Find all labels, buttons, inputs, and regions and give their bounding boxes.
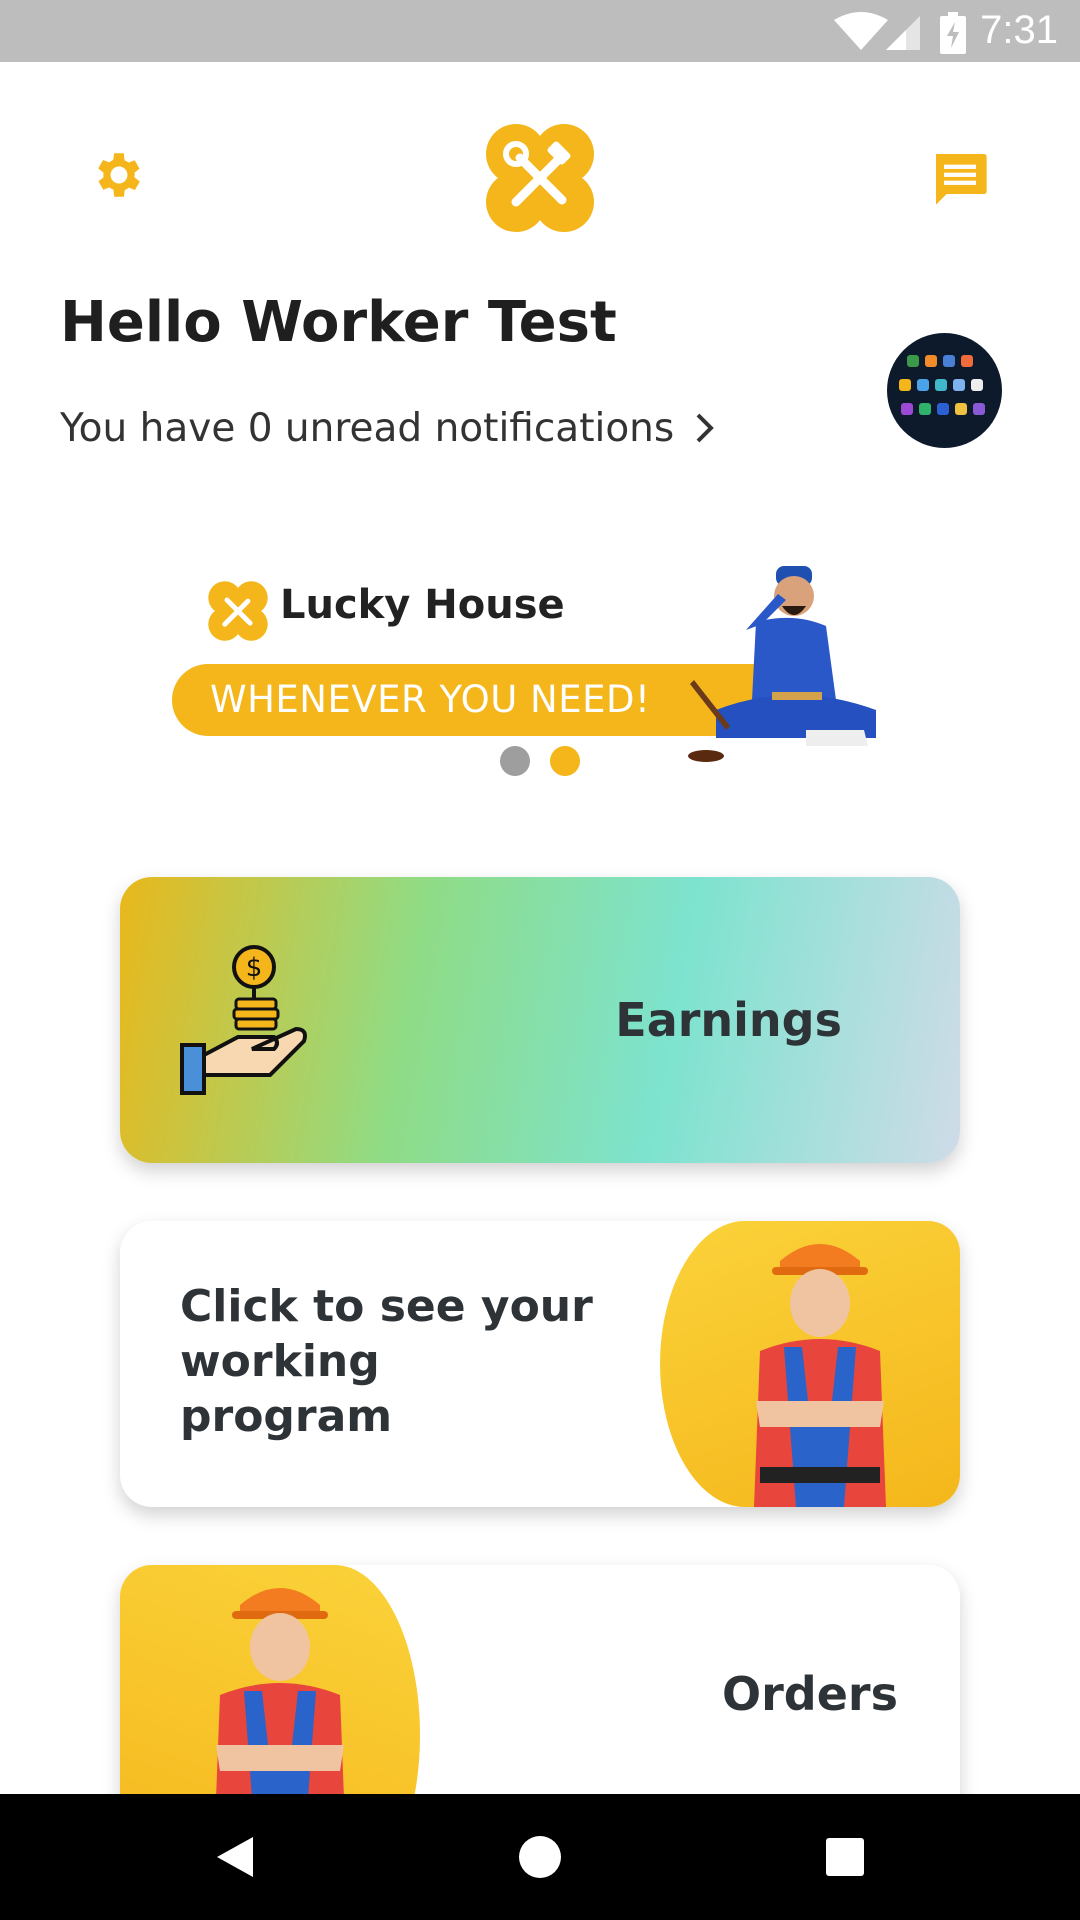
- notifications-text: You have 0 unread notifications: [60, 405, 675, 451]
- banner-pager: [500, 746, 580, 776]
- svg-text:$: $: [246, 953, 263, 983]
- earnings-card[interactable]: $ Earnings: [120, 877, 960, 1163]
- back-button[interactable]: [200, 1794, 270, 1920]
- avatar-image: [899, 355, 985, 415]
- home-button[interactable]: [505, 1794, 575, 1920]
- greeting-title: Hello Worker Test: [60, 290, 617, 355]
- settings-button[interactable]: [90, 146, 148, 204]
- app-logo-icon: [486, 124, 594, 232]
- clock: 7:31: [980, 8, 1058, 52]
- status-bar: 7:31: [0, 0, 1080, 62]
- messages-button[interactable]: [928, 146, 992, 210]
- home-icon: [519, 1836, 561, 1878]
- recents-icon: [826, 1838, 864, 1876]
- signal-icon: [886, 16, 920, 50]
- earnings-label: Earnings: [615, 993, 842, 1047]
- orders-label: Orders: [722, 1667, 898, 1721]
- back-icon: [217, 1837, 253, 1877]
- working-program-label: Click to see your working program: [180, 1281, 593, 1442]
- wifi-icon: [834, 12, 888, 50]
- chevron-right-icon: [696, 413, 715, 443]
- chat-message-icon: [936, 154, 987, 205]
- worker-illustration: [688, 566, 876, 762]
- working-program-card[interactable]: Click to see your working program: [120, 1221, 960, 1507]
- app-logo: [480, 118, 600, 238]
- worker-photo: [754, 1244, 886, 1507]
- settings-gear-icon: [98, 153, 140, 197]
- pager-dot-1[interactable]: [500, 746, 530, 776]
- notifications-link[interactable]: You have 0 unread notifications: [60, 400, 716, 456]
- brand-logo-icon: [208, 581, 268, 641]
- system-nav-bar: [0, 1794, 1080, 1920]
- coin-hand-icon: $: [180, 945, 307, 1095]
- pager-dot-2[interactable]: [550, 746, 580, 776]
- banner-brand: Lucky House: [280, 582, 565, 628]
- recents-button[interactable]: [810, 1794, 880, 1920]
- avatar[interactable]: [887, 333, 1002, 448]
- battery-charging-icon: [940, 12, 966, 54]
